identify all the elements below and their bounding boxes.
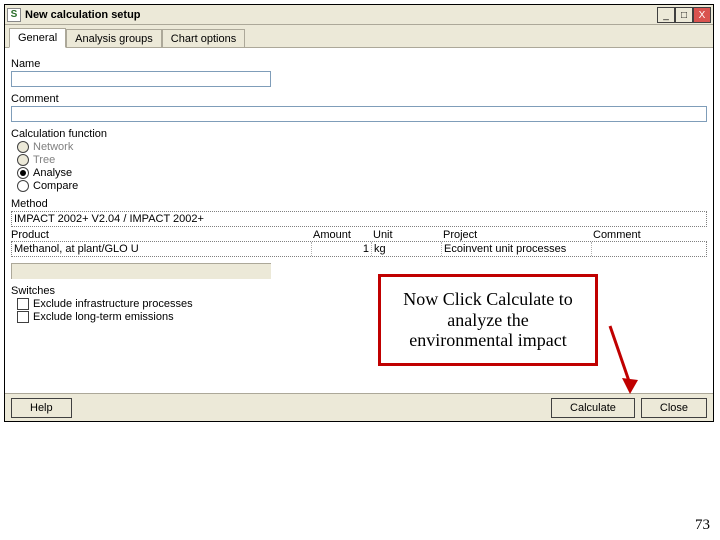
cell-amount[interactable]: 1 (312, 242, 372, 256)
method-label: Method (11, 198, 707, 210)
switch-exclude-longterm-label: Exclude long-term emissions (33, 311, 174, 323)
product-grid-header: Product Amount Unit Project Comment (11, 229, 707, 241)
titlebar: S New calculation setup _ □ X (5, 5, 713, 25)
maximize-button[interactable]: □ (675, 7, 693, 23)
radio-compare[interactable]: Compare (17, 180, 707, 192)
cell-comment[interactable] (592, 242, 702, 256)
col-product: Product (11, 229, 313, 241)
radio-tree: Tree (17, 154, 707, 166)
radio-network-input (17, 141, 29, 153)
radio-analyse-input[interactable] (17, 167, 29, 179)
help-button[interactable]: Help (11, 398, 72, 418)
cell-unit[interactable]: kg (372, 242, 442, 256)
name-input[interactable] (11, 71, 271, 87)
product-row[interactable]: Methanol, at plant/GLO U 1 kg Ecoinvent … (11, 241, 707, 257)
cell-project[interactable]: Ecoinvent unit processes (442, 242, 592, 256)
col-project: Project (443, 229, 593, 241)
switch-exclude-infra-input[interactable] (17, 298, 29, 310)
app-icon: S (7, 8, 21, 22)
radio-analyse-label: Analyse (33, 167, 72, 179)
tab-analysis-groups[interactable]: Analysis groups (66, 29, 162, 48)
minimize-button[interactable]: _ (657, 7, 675, 23)
radio-network-label: Network (33, 141, 73, 153)
tab-chart-options[interactable]: Chart options (162, 29, 245, 48)
cell-product[interactable]: Methanol, at plant/GLO U (12, 242, 312, 256)
radio-compare-label: Compare (33, 180, 78, 192)
calc-function-label: Calculation function (11, 128, 707, 140)
annotation-callout: Now Click Calculate to analyze the envir… (378, 274, 598, 366)
radio-tree-label: Tree (33, 154, 55, 166)
gray-block (11, 263, 271, 279)
close-button[interactable]: Close (641, 398, 707, 418)
page-number: 73 (695, 517, 710, 534)
switch-exclude-infra-label: Exclude infrastructure processes (33, 298, 193, 310)
close-window-button[interactable]: X (693, 7, 711, 23)
radio-compare-input[interactable] (17, 180, 29, 192)
switch-exclude-infra[interactable]: Exclude infrastructure processes (17, 298, 707, 310)
radio-tree-input (17, 154, 29, 166)
method-value: IMPACT 2002+ V2.04 / IMPACT 2002+ (14, 213, 204, 225)
method-input[interactable]: IMPACT 2002+ V2.04 / IMPACT 2002+ (11, 211, 707, 227)
switch-exclude-longterm-input[interactable] (17, 311, 29, 323)
tab-general[interactable]: General (9, 28, 66, 48)
radio-network: Network (17, 141, 707, 153)
comment-input[interactable] (11, 106, 707, 122)
col-amount: Amount (313, 229, 373, 241)
switches-label: Switches (11, 285, 707, 297)
window-title: New calculation setup (25, 9, 141, 21)
annotation-arrow-icon (604, 322, 644, 402)
col-unit: Unit (373, 229, 443, 241)
comment-label: Comment (11, 93, 707, 105)
radio-analyse[interactable]: Analyse (17, 167, 707, 179)
tabstrip: General Analysis groups Chart options (5, 25, 713, 47)
name-label: Name (11, 58, 707, 70)
col-comment: Comment (593, 229, 703, 241)
